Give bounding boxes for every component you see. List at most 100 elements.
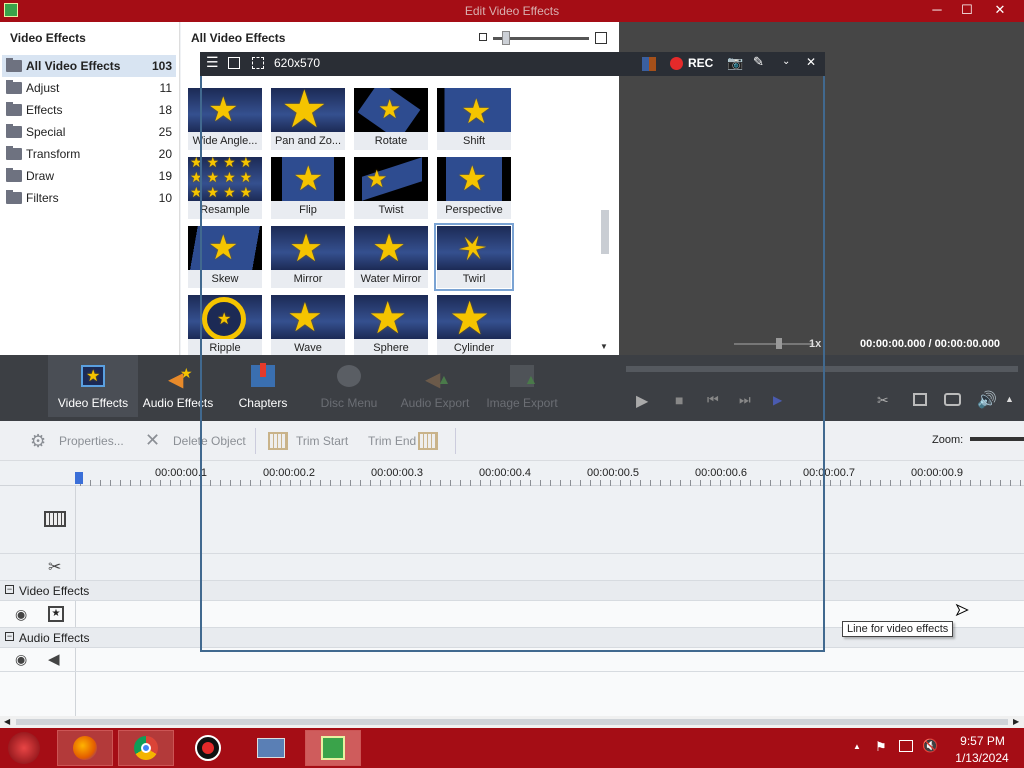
scrollbar-thumb[interactable] [16,719,1008,725]
slider-handle[interactable] [502,31,510,45]
effect-wave[interactable]: ★ Wave [271,295,345,357]
rec-button[interactable]: REC [688,56,713,70]
video-editor-taskbar-button[interactable] [305,730,361,766]
category-adjust[interactable]: Adjust 11 [2,77,176,99]
scroll-down-icon[interactable]: ▼ [600,342,608,351]
mute-icon[interactable]: 🔇 [922,738,938,754]
video-track[interactable] [0,486,1024,554]
network-icon[interactable] [899,740,913,752]
ruler-tick-label: 00:00:00.7 [803,467,855,479]
main-toolbar: ★ Video Effects ◀ ★ Audio Effects Chapter… [0,355,1024,421]
effect-ripple[interactable]: ★ Ripple [188,295,262,357]
maximize-button[interactable]: ☐ [952,0,982,22]
fullscreen-select-icon[interactable] [228,57,240,69]
video-track-header [0,486,76,553]
video-effects-group[interactable]: − Video Effects [0,581,1024,601]
zoom-slider[interactable] [970,437,1024,441]
recorder-taskbar-button[interactable] [180,730,236,766]
timeline-ruler[interactable]: 00:00:00.1 00:00:00.2 00:00:00.3 00:00:0… [0,461,1024,486]
speed-slider-handle[interactable] [776,338,782,349]
effect-shift[interactable]: ★ Shift [437,88,511,150]
effect-resample[interactable]: ★★★★ ★★★★ ★★★★ Resample [188,157,262,219]
eye-icon[interactable]: ◉ [15,606,27,623]
volume-icon[interactable]: 🔊 [977,390,997,410]
category-effects[interactable]: Effects 18 [2,99,176,121]
cut-track[interactable]: ✂ [0,554,1024,581]
fullscreen-play-icon[interactable]: ▶ [773,393,782,407]
timeline-scrollbar[interactable]: ◀ ▶ [0,716,1024,728]
delete-object-button[interactable]: Delete Object [173,434,246,448]
expand-icon[interactable]: ⌄ [782,56,790,67]
audio-effects-button[interactable]: ◀ ★ Audio Effects [133,355,223,417]
clock-time[interactable]: 9:57 PM [955,734,1010,748]
flag-icon[interactable]: ⚑ [875,739,887,755]
ruler-tick-label: 00:00:00.5 [587,467,639,479]
category-all-video-effects[interactable]: All Video Effects 103 [2,55,176,77]
camera-icon[interactable]: 📷 [727,55,743,71]
audio-effects-line[interactable]: ◉ ◀ [0,648,1024,672]
minimize-button[interactable]: ─ [922,0,952,22]
effect-water-mirror[interactable]: ★ Water Mirror [354,226,428,288]
gallery-header: All Video Effects [191,31,286,45]
chrome-taskbar-button[interactable] [118,730,174,766]
recorder-icon [195,735,221,761]
play-icon[interactable]: ▶ [636,391,648,411]
firefox-taskbar-button[interactable] [57,730,113,766]
chapters-button[interactable]: Chapters [218,355,308,417]
collapse-icon[interactable]: − [5,632,14,641]
playback-progress-bar[interactable] [626,366,1018,372]
effect-mirror[interactable]: ★ Mirror [271,226,345,288]
effect-skew[interactable]: ★ Skew [188,226,262,288]
effect-wide-angle[interactable]: ★ Wide Angle... [188,88,262,150]
effect-flip[interactable]: ★ Flip [271,157,345,219]
snapshot-icon[interactable] [944,393,961,406]
effect-label: Water Mirror [354,270,428,288]
menu-icon[interactable]: ☰ [206,54,219,71]
audio-export-button[interactable]: ◀ ▲ Audio Export [390,355,480,417]
timeline-empty-area[interactable] [0,672,1024,716]
pen-icon[interactable]: ✎ [753,54,764,70]
aspect-ratio-icon[interactable] [913,393,927,406]
video-effects-button[interactable]: ★ Video Effects [48,355,138,417]
effect-sphere[interactable]: ★ Sphere [354,295,428,357]
scroll-left-icon[interactable]: ◀ [4,717,10,726]
volume-expand-icon[interactable]: ▲ [1005,394,1014,404]
eye-icon[interactable]: ◉ [15,651,27,668]
trim-start-button[interactable]: Trim Start [296,434,348,448]
properties-button[interactable]: Properties... [59,434,124,448]
playhead-marker[interactable] [75,472,83,484]
close-button[interactable]: ✕ [985,0,1015,22]
category-transform[interactable]: Transform 20 [2,143,176,165]
scroll-right-icon[interactable]: ▶ [1013,717,1019,726]
clock-date[interactable]: 1/13/2024 [950,751,1014,765]
scrollbar-thumb[interactable] [601,210,609,254]
collapse-icon[interactable]: − [5,585,14,594]
effect-twirl[interactable]: ✶ Twirl [434,223,514,291]
start-icon[interactable] [8,732,40,764]
disc-menu-button[interactable]: Disc Menu [304,355,394,417]
stop-icon[interactable]: ■ [675,392,683,408]
split-icon[interactable]: ✂ [877,392,889,409]
speed-slider[interactable] [734,343,814,345]
effect-pan-and-zoom[interactable]: ★ Pan and Zo... [271,88,345,150]
image-export-button[interactable]: ▲ Image Export [477,355,567,417]
keyboard-taskbar-button[interactable] [242,730,298,766]
category-draw[interactable]: Draw 19 [2,165,176,187]
small-size-icon[interactable] [479,33,487,41]
tray-expand-icon[interactable]: ▲ [853,742,861,751]
effect-twist[interactable]: ★ Twist [354,157,428,219]
effect-perspective[interactable]: ★ Perspective [437,157,511,219]
large-size-icon[interactable] [595,32,607,44]
next-frame-icon[interactable]: ⏭ [739,392,751,408]
category-filters[interactable]: Filters 10 [2,187,176,209]
effect-cylinder[interactable]: ★ Cylinder [437,295,511,357]
gallery-scrollbar[interactable] [599,52,613,352]
trim-end-button[interactable]: Trim End [368,434,416,448]
record-icon[interactable] [670,57,683,70]
previous-frame-icon[interactable]: ⏮ [707,392,719,408]
capture-close-icon[interactable]: ✕ [806,55,816,69]
region-select-icon[interactable] [252,57,264,69]
category-special[interactable]: Special 25 [2,121,176,143]
effect-rotate[interactable]: ★ Rotate [354,88,428,150]
color-icon[interactable] [642,57,656,71]
